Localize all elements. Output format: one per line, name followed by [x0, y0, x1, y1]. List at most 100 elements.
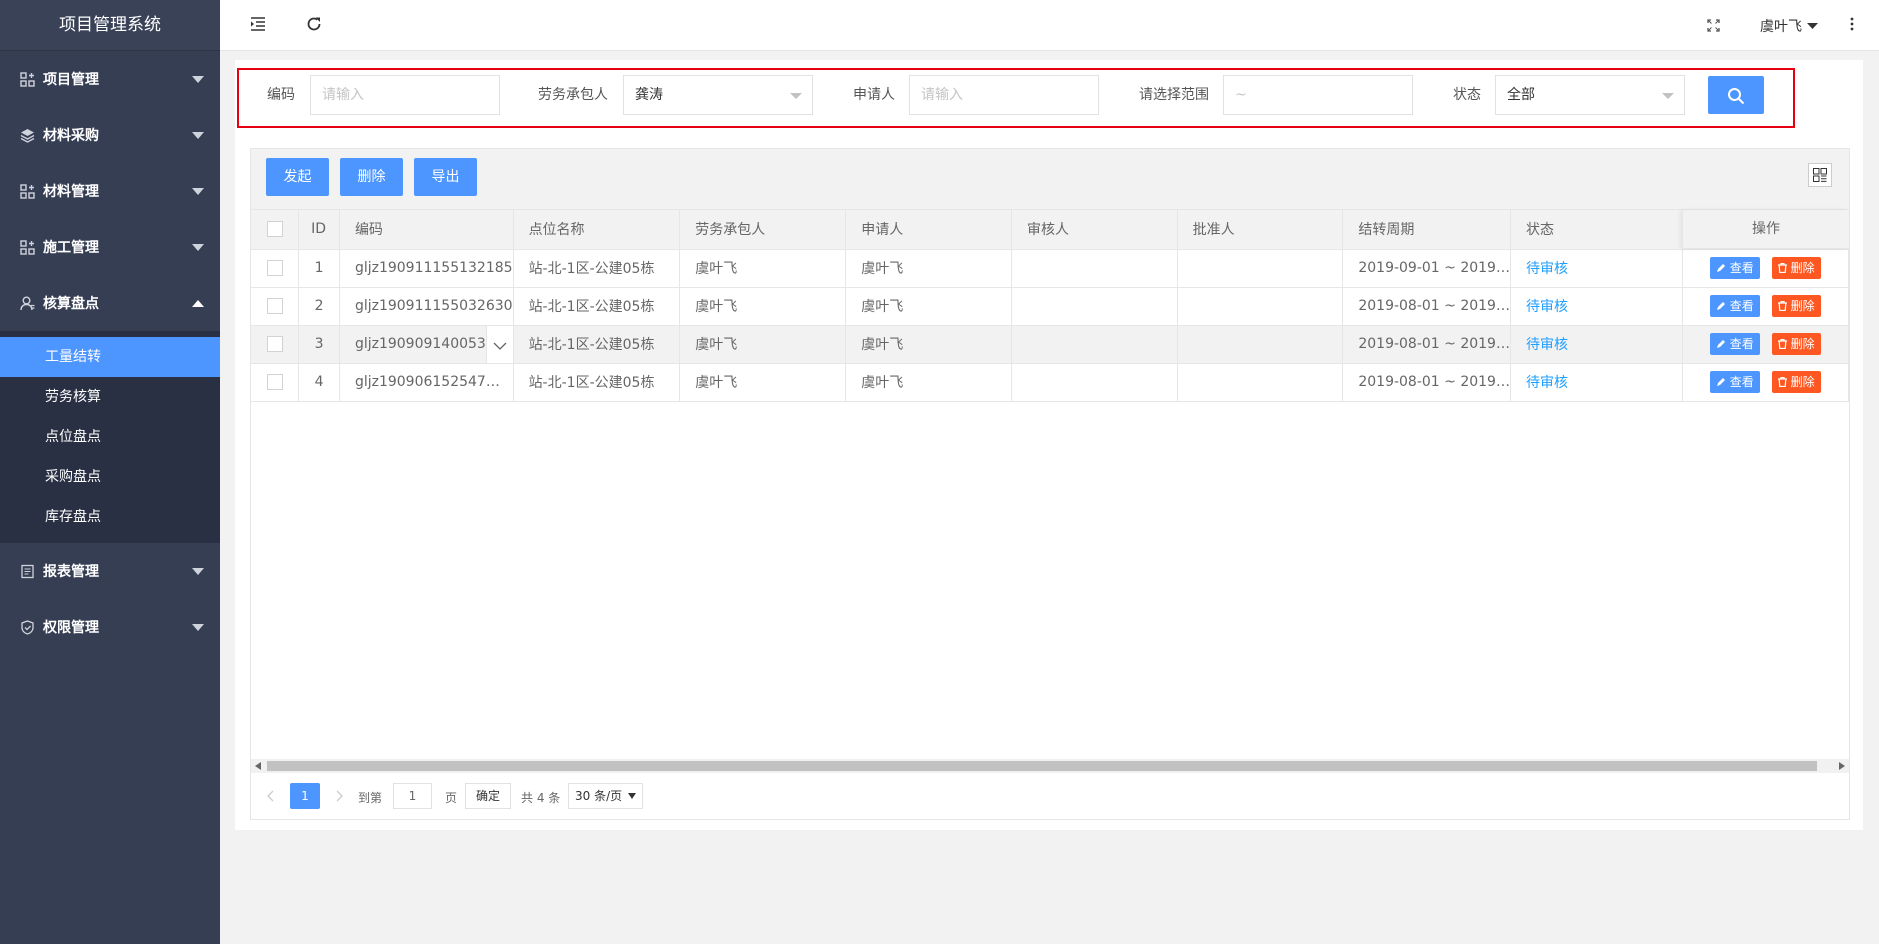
filter-bar: 编码 请输入 劳务承包人 龚涛 申请人 请输入 请选择范围 ~ 状态 全部 — [237, 68, 1795, 128]
status-link[interactable]: 待审核 — [1526, 337, 1568, 353]
horizontal-scrollbar[interactable] — [251, 759, 1849, 773]
table-row[interactable]: 2 gljz190911155032630 站-北-1区-公建05栋 虞叶飞 虞… — [251, 287, 1850, 326]
range-input[interactable]: ~ — [1223, 75, 1413, 115]
user-menu[interactable]: 虞叶飞 — [1760, 16, 1818, 36]
row-checkbox[interactable] — [266, 298, 283, 314]
menu-toggle-button[interactable] — [250, 17, 266, 31]
cell-status: 待审核 — [1510, 249, 1683, 288]
submenu-accounting: 工量结转 劳务核算 点位盘点 采购盘点 库存盘点 — [0, 331, 220, 543]
sidebar-subitem-work-transfer[interactable]: 工量结转 — [0, 337, 220, 377]
status-link[interactable]: 待审核 — [1526, 261, 1568, 277]
cell-labor: 虞叶飞 — [679, 249, 847, 288]
goto-confirm-button[interactable]: 确定 — [465, 783, 511, 809]
col-code[interactable]: 编码 — [339, 210, 514, 250]
view-button[interactable]: 查看 — [1709, 371, 1760, 393]
app-title: 项目管理系统 — [0, 0, 220, 51]
columns-icon — [1813, 168, 1827, 182]
view-button[interactable]: 查看 — [1709, 333, 1760, 355]
grid-icon — [20, 239, 35, 255]
grid-icon — [20, 71, 35, 87]
row-checkbox[interactable] — [266, 374, 283, 390]
refresh-button[interactable] — [306, 16, 322, 32]
edit-icon — [1716, 264, 1725, 272]
sidebar-item-label: 权限管理 — [43, 620, 99, 636]
delete-row-button[interactable]: 删除 — [1771, 371, 1821, 393]
delete-label: 删除 — [1790, 337, 1815, 351]
table-row[interactable]: 1 gljz190911155132185 站-北-1区-公建05栋 虞叶飞 虞… — [251, 249, 1850, 288]
status-select[interactable]: 全部 — [1495, 75, 1685, 115]
status-link[interactable]: 待审核 — [1526, 375, 1568, 391]
code-input[interactable]: 请输入 — [310, 75, 500, 115]
sidebar-item-purchase[interactable]: 材料采购 — [0, 107, 220, 163]
cell-applicant: 虞叶飞 — [845, 249, 1012, 288]
table-row[interactable]: 4 gljz190906152547… 站-北-1区-公建05栋 虞叶飞 虞叶飞… — [251, 363, 1850, 402]
view-label: 查看 — [1729, 261, 1754, 275]
sidebar-subitem-purchase-inventory[interactable]: 采购盘点 — [0, 457, 220, 497]
sidebar-item-accounting[interactable]: 核算盘点 — [0, 275, 220, 331]
labor-select[interactable]: 龚涛 — [623, 75, 813, 115]
col-applicant[interactable]: 申请人 — [845, 210, 1012, 250]
delete-row-button[interactable]: 删除 — [1771, 333, 1821, 355]
col-labor[interactable]: 劳务承包人 — [679, 210, 847, 250]
status-link[interactable]: 待审核 — [1526, 299, 1568, 315]
sidebar-subitem-stock-inventory[interactable]: 库存盘点 — [0, 497, 220, 537]
page-1-button[interactable]: 1 — [290, 783, 320, 809]
cell-reviewer — [1011, 363, 1178, 402]
search-button[interactable] — [1708, 76, 1764, 114]
next-page-icon[interactable] — [336, 790, 343, 802]
sidebar-item-reports[interactable]: 报表管理 — [0, 543, 220, 599]
sidebar-item-material[interactable]: 材料管理 — [0, 163, 220, 219]
sidebar-item-project[interactable]: 项目管理 — [0, 51, 220, 107]
start-button[interactable]: 发起 — [266, 158, 329, 196]
fullscreen-icon — [1707, 19, 1720, 32]
sidebar-item-permissions[interactable]: 权限管理 — [0, 599, 220, 655]
cell-period: 2019-09-01 ~ 2019… — [1342, 249, 1511, 288]
scroll-thumb[interactable] — [267, 761, 1817, 771]
cell-labor: 虞叶飞 — [679, 363, 847, 402]
edit-icon — [1716, 302, 1725, 310]
col-period[interactable]: 结转周期 — [1342, 210, 1511, 250]
refresh-icon — [307, 17, 321, 31]
prev-page-icon[interactable] — [267, 790, 274, 802]
cell-id: 3 — [298, 325, 340, 364]
cell-ops: 查看 删除 — [1682, 287, 1850, 326]
more-button[interactable] — [1850, 17, 1854, 31]
per-page-select[interactable]: 30 条/页 — [568, 783, 643, 809]
sidebar-item-construction[interactable]: 施工管理 — [0, 219, 220, 275]
col-site[interactable]: 点位名称 — [513, 210, 681, 250]
delete-button[interactable]: 删除 — [340, 158, 403, 196]
cell-expand-button[interactable] — [485, 325, 513, 362]
trash-icon — [1777, 263, 1787, 273]
scroll-right-icon — [1839, 762, 1845, 770]
row-checkbox[interactable] — [266, 260, 283, 276]
cell-period: 2019-08-01 ~ 2019… — [1342, 325, 1511, 364]
delete-row-button[interactable]: 删除 — [1771, 257, 1821, 279]
goto-page-input[interactable]: 1 — [393, 783, 432, 809]
cell-code: gljz190911155132185 — [339, 249, 514, 288]
indent-icon — [251, 17, 265, 31]
select-all-checkbox[interactable] — [266, 221, 283, 238]
view-button[interactable]: 查看 — [1709, 257, 1760, 279]
export-button[interactable]: 导出 — [414, 158, 477, 196]
column-filter-button[interactable] — [1808, 163, 1832, 187]
caret-down-icon — [192, 131, 204, 139]
sidebar-subitem-labor-accounting[interactable]: 劳务核算 — [0, 377, 220, 417]
sidebar-subitem-site-inventory[interactable]: 点位盘点 — [0, 417, 220, 457]
delete-row-button[interactable]: 删除 — [1771, 295, 1821, 317]
page-unit-label: 页 — [445, 791, 458, 805]
col-id[interactable]: ID — [298, 210, 340, 250]
fullscreen-button[interactable] — [1707, 19, 1720, 32]
sidebar-item-label: 核算盘点 — [43, 296, 99, 312]
caret-down-icon — [192, 75, 204, 83]
cell-reviewer — [1011, 249, 1178, 288]
cell-applicant: 虞叶飞 — [845, 287, 1012, 326]
cell-id: 4 — [298, 363, 340, 402]
col-status[interactable]: 状态 — [1510, 210, 1683, 250]
row-checkbox[interactable] — [266, 336, 283, 352]
col-approver[interactable]: 批准人 — [1177, 210, 1344, 250]
applicant-input[interactable]: 请输入 — [909, 75, 1099, 115]
cell-applicant: 虞叶飞 — [845, 363, 1012, 402]
col-reviewer[interactable]: 审核人 — [1011, 210, 1178, 250]
view-button[interactable]: 查看 — [1709, 295, 1760, 317]
table-row[interactable]: 3 gljz190909140053… 站-北-1区-公建05栋 虞叶飞 虞叶飞… — [251, 325, 1850, 364]
